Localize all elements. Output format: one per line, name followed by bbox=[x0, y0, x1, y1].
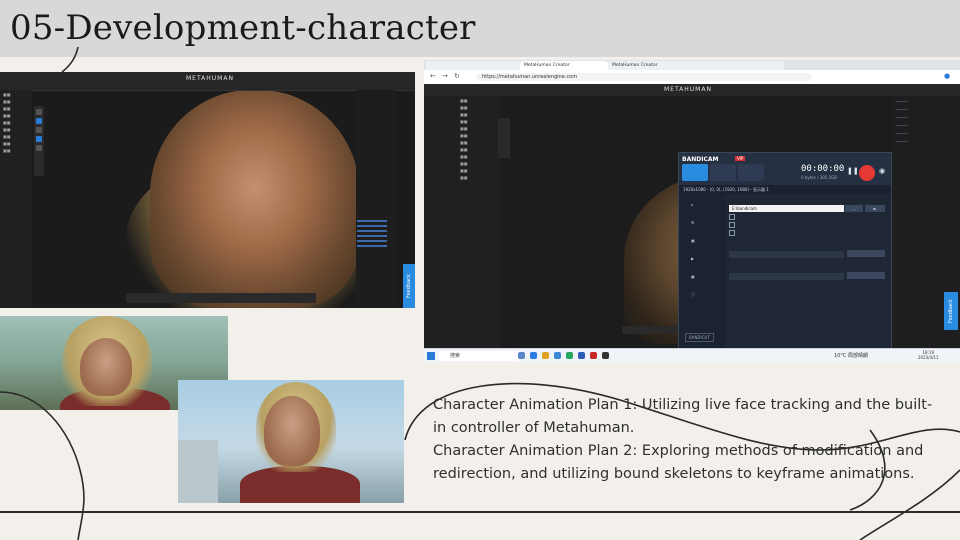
taskbar-app-icon[interactable] bbox=[578, 352, 585, 359]
tool-icon[interactable] bbox=[36, 136, 42, 142]
screen-mode-button[interactable] bbox=[682, 164, 708, 181]
viewport-tool-strip[interactable] bbox=[34, 106, 44, 176]
windows-start-icon[interactable] bbox=[427, 352, 435, 360]
taskbar-app-icon[interactable] bbox=[518, 352, 525, 359]
nav-video-icon[interactable]: ▶ bbox=[691, 256, 725, 266]
properties-sliders bbox=[357, 217, 387, 250]
refresh-icon[interactable]: ↻ bbox=[454, 72, 460, 80]
metahuman-toolbar: METAHUMAN bbox=[0, 72, 415, 91]
metahuman-properties-panel bbox=[356, 90, 396, 308]
windows-taskbar: 搜索 10°C 局部晴朗 18:19 2023/4/11 bbox=[424, 348, 960, 362]
bing-icon[interactable]: ● bbox=[944, 72, 950, 80]
metahuman-toolbar: METAHUMAN bbox=[424, 84, 960, 96]
bandicam-window: BANDICAM VIP 00:00:00 0 bytes / 305.5GB … bbox=[678, 152, 892, 350]
settings-button[interactable] bbox=[847, 250, 885, 257]
recording-size: 0 bytes / 305.5GB bbox=[801, 175, 838, 180]
option-checkbox[interactable] bbox=[729, 214, 887, 220]
animation-plan-1: Character Animation Plan 1: Utilizing li… bbox=[433, 397, 933, 436]
render-frame-2 bbox=[178, 380, 404, 503]
option-checkbox[interactable] bbox=[729, 222, 887, 228]
autocomplete-field bbox=[729, 273, 844, 280]
nav-general-icon[interactable]: ⚙ bbox=[691, 220, 725, 230]
character-face bbox=[264, 396, 320, 466]
nav-fps-icon[interactable]: ▣ bbox=[691, 238, 725, 248]
camera-icon[interactable]: ◉ bbox=[879, 167, 885, 175]
autostart-field bbox=[729, 251, 844, 258]
feedback-tab[interactable]: Feedback bbox=[403, 264, 415, 308]
viewport-bottom-bar bbox=[126, 293, 316, 303]
taskbar-app-icon[interactable] bbox=[602, 352, 609, 359]
tool-icon[interactable] bbox=[36, 118, 42, 124]
taskbar-app-icon[interactable] bbox=[554, 352, 561, 359]
metahuman-left-panel: ■■ ■■ ■■ ■■ ■■ ■■ ■■ ■■ ■■ bbox=[0, 90, 32, 308]
metahuman-screenshot-left: METAHUMAN ■■ ■■ ■■ ■■ ■■ ■■ ■■ ■■ ■■ Feedback bbox=[0, 72, 415, 308]
feedback-tab[interactable]: Feedback bbox=[944, 292, 958, 330]
taskbar-app-icon[interactable] bbox=[530, 352, 537, 359]
game-mode-button[interactable] bbox=[710, 164, 736, 181]
viewport-tool-strip[interactable] bbox=[498, 118, 510, 158]
tool-icon[interactable] bbox=[36, 109, 42, 115]
output-folder-field[interactable]: E:\bandicam bbox=[729, 205, 844, 212]
browser-tab[interactable] bbox=[696, 61, 784, 70]
nav-image-icon[interactable]: ▣ bbox=[691, 274, 725, 284]
pause-icon[interactable]: ❚❚ bbox=[847, 167, 859, 175]
forward-icon[interactable]: → bbox=[442, 72, 448, 80]
metahuman-left-panel: ■■ ■■ ■■ ■■ ■■ ■■ ■■ ■■ ■■ ■■ ■■ ■■ bbox=[424, 96, 500, 348]
browser-screenshot-right: MetaHuman Creator MetaHuman Creator ← → … bbox=[424, 60, 960, 362]
bandicut-button[interactable]: BANDICUT bbox=[685, 333, 714, 342]
option-checkbox[interactable] bbox=[729, 230, 887, 236]
character-face bbox=[150, 90, 360, 308]
nav-about-icon[interactable]: ⓘ bbox=[691, 292, 725, 302]
slide-title: 05-Development-character bbox=[10, 8, 476, 48]
browser-tab-strip: MetaHuman Creator MetaHuman Creator bbox=[424, 60, 960, 70]
browser-tab[interactable] bbox=[426, 61, 520, 70]
animation-plan-2: Character Animation Plan 2: Exploring me… bbox=[433, 443, 924, 482]
taskbar-app-icon[interactable] bbox=[542, 352, 549, 359]
weather-widget[interactable]: 10°C 局部晴朗 bbox=[834, 352, 868, 359]
clock-date: 2023/4/11 bbox=[918, 355, 939, 360]
bandicam-header: BANDICAM VIP 00:00:00 0 bytes / 305.5GB … bbox=[679, 153, 891, 185]
taskbar-clock[interactable]: 18:19 2023/4/11 bbox=[918, 350, 939, 360]
taskbar-app-icon[interactable] bbox=[590, 352, 597, 359]
browser-address-bar: ← → ↻ https://metahuman.unrealengine.com… bbox=[424, 70, 960, 85]
tool-icon[interactable] bbox=[36, 127, 42, 133]
settings-button[interactable] bbox=[847, 272, 885, 279]
tool-icon[interactable] bbox=[36, 145, 42, 151]
back-icon[interactable]: ← bbox=[430, 72, 436, 80]
character-face bbox=[80, 338, 132, 396]
browser-tab-active[interactable]: MetaHuman Creator bbox=[520, 61, 608, 70]
url-field[interactable]: https://metahuman.unrealengine.com bbox=[476, 73, 812, 81]
browser-tab[interactable]: MetaHuman Creator bbox=[608, 61, 696, 70]
recording-timer: 00:00:00 bbox=[801, 164, 845, 174]
background-building bbox=[178, 440, 218, 503]
taskbar-app-icon[interactable] bbox=[566, 352, 573, 359]
open-button[interactable]: ► bbox=[865, 205, 885, 212]
bandicam-nav: ⌂ ⚙ ▣ ▶ ▣ ⓘ bbox=[679, 194, 725, 349]
bottom-rule bbox=[0, 511, 960, 513]
resolution-bar: 1920x1080 - (0, 0), (1920, 1080) - 显示器 1 bbox=[679, 185, 891, 194]
browse-button[interactable]: ... bbox=[845, 205, 863, 212]
vip-badge: VIP bbox=[735, 156, 746, 161]
nav-home-icon[interactable]: ⌂ bbox=[691, 202, 725, 212]
bandicam-settings: E:\bandicam ... ► bbox=[729, 198, 887, 282]
metahuman-logo: METAHUMAN bbox=[664, 86, 712, 93]
metahuman-logo: METAHUMAN bbox=[186, 75, 234, 82]
slide-description: Character Animation Plan 1: Utilizing li… bbox=[433, 394, 933, 486]
record-button[interactable] bbox=[859, 165, 875, 181]
device-mode-button[interactable] bbox=[738, 164, 764, 181]
taskbar-search[interactable]: 搜索 bbox=[438, 351, 520, 361]
bandicam-logo: BANDICAM bbox=[682, 156, 719, 163]
